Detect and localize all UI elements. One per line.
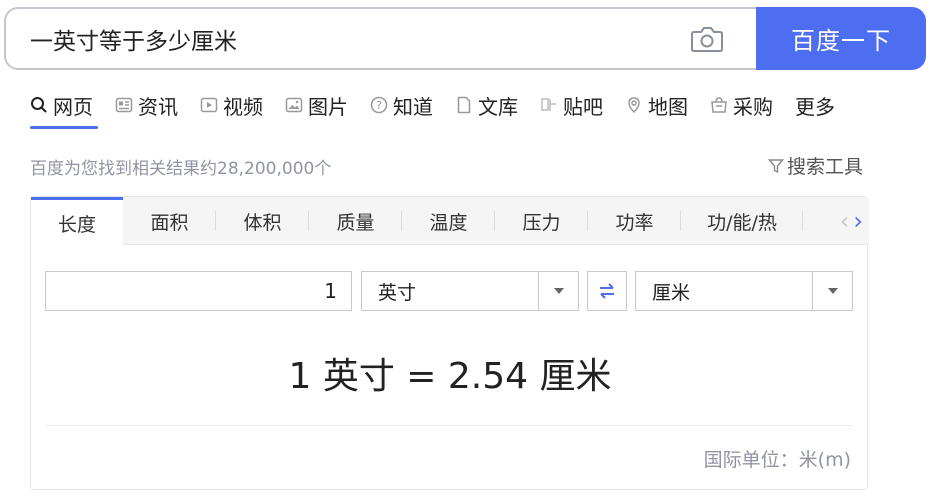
converter-tab-label: 长度 bbox=[57, 213, 96, 236]
doc-icon bbox=[457, 96, 471, 114]
tab-scroll-arrows: ‹ › bbox=[840, 197, 863, 245]
shop-icon bbox=[711, 97, 727, 113]
chevron-down-icon bbox=[812, 272, 852, 310]
from-unit-label: 英寸 bbox=[378, 281, 417, 304]
image-icon bbox=[285, 97, 303, 113]
nav-tab-tieba[interactable]: 贴吧 bbox=[540, 90, 603, 120]
to-unit-select[interactable]: 厘米 bbox=[635, 271, 853, 311]
value-input-text: 1 bbox=[324, 279, 337, 303]
search-tools-label: 搜索工具 bbox=[787, 156, 864, 178]
divider bbox=[45, 425, 853, 426]
nav-tab-label: 图片 bbox=[308, 94, 348, 119]
active-tab-indicator bbox=[30, 126, 98, 129]
unit-converter-card: 长度 面积 体积 质量 温度 压力 功率 功/能/热 ‹ › 1 英寸 厘米 1… bbox=[30, 196, 869, 490]
to-unit-label: 厘米 bbox=[652, 281, 691, 304]
nav-tab-label: 更多 bbox=[795, 94, 835, 119]
search-query[interactable]: 一英寸等于多少厘米 bbox=[30, 22, 237, 56]
result-count: 百度为您找到相关结果约28,200,000个 bbox=[30, 159, 332, 179]
nav-tab-label: 知道 bbox=[393, 94, 433, 119]
nav-tab-label: 网页 bbox=[53, 94, 93, 119]
filter-icon bbox=[768, 158, 784, 173]
search-nav: 网页 资讯 视频 图片 ? 知道 文库 贴吧 地图 采购 更多 bbox=[30, 90, 857, 130]
from-unit-select[interactable]: 英寸 bbox=[361, 271, 579, 311]
converter-tabs: 长度 面积 体积 质量 温度 压力 功率 功/能/热 ‹ › bbox=[31, 197, 869, 246]
converter-tab-volume[interactable]: 体积 bbox=[216, 197, 309, 245]
chevron-down-icon bbox=[538, 272, 578, 310]
nav-tab-map[interactable]: 地图 bbox=[625, 90, 688, 120]
chevron-right-icon[interactable]: › bbox=[853, 207, 863, 235]
nav-tab-video[interactable]: 视频 bbox=[200, 90, 263, 120]
nav-tab-label: 采购 bbox=[733, 94, 773, 119]
nav-tab-label: 视频 bbox=[223, 94, 263, 119]
converter-tab-pressure[interactable]: 压力 bbox=[495, 197, 588, 245]
news-icon bbox=[115, 97, 133, 113]
converter-tab-label: 温度 bbox=[429, 211, 468, 234]
search-bar: 一英寸等于多少厘米 百度一下 bbox=[4, 7, 926, 70]
nav-tab-web[interactable]: 网页 bbox=[30, 90, 93, 120]
nav-tab-zhidao[interactable]: ? 知道 bbox=[370, 90, 433, 120]
camera-icon[interactable] bbox=[690, 25, 724, 53]
search-button[interactable]: 百度一下 bbox=[756, 7, 926, 70]
tieba-icon bbox=[541, 98, 556, 111]
swap-icon bbox=[600, 283, 614, 299]
nav-tab-label: 文库 bbox=[478, 94, 518, 119]
conversion-result: 1 英寸 = 2.54 厘米 bbox=[288, 356, 612, 397]
question-icon: ? bbox=[370, 96, 388, 114]
converter-tab-label: 功/能/热 bbox=[707, 211, 777, 234]
converter-tab-label: 面积 bbox=[150, 211, 189, 234]
tab-separator bbox=[802, 211, 803, 231]
nav-tab-news[interactable]: 资讯 bbox=[115, 90, 178, 120]
converter-tab-mass[interactable]: 质量 bbox=[309, 197, 402, 245]
converter-tab-label: 功率 bbox=[615, 211, 654, 234]
converter-tab-label: 质量 bbox=[336, 211, 375, 234]
converter-tab-length[interactable]: 长度 bbox=[31, 197, 123, 246]
converter-tab-temperature[interactable]: 温度 bbox=[402, 197, 495, 245]
nav-tab-label: 资讯 bbox=[138, 94, 178, 119]
converter-tab-label: 压力 bbox=[522, 211, 561, 234]
nav-tab-more[interactable]: 更多 bbox=[795, 90, 835, 120]
search-input[interactable]: 一英寸等于多少厘米 bbox=[4, 7, 764, 70]
converter-tab-area[interactable]: 面积 bbox=[123, 197, 216, 245]
nav-tab-purchase[interactable]: 采购 bbox=[710, 90, 773, 120]
converter-tab-label: 体积 bbox=[243, 211, 282, 234]
svg-text:?: ? bbox=[376, 99, 382, 112]
video-icon bbox=[200, 97, 218, 113]
chevron-left-icon[interactable]: ‹ bbox=[840, 207, 850, 235]
nav-tab-image[interactable]: 图片 bbox=[285, 90, 348, 120]
value-input[interactable]: 1 bbox=[45, 271, 352, 311]
nav-tab-label: 地图 bbox=[648, 94, 688, 119]
converter-tab-power[interactable]: 功率 bbox=[588, 197, 681, 245]
converter-tab-energy[interactable]: 功/能/热 bbox=[681, 197, 803, 245]
base-unit-note: 国际单位：米(m) bbox=[703, 449, 851, 471]
swap-units-button[interactable] bbox=[587, 271, 627, 311]
nav-tab-wenku[interactable]: 文库 bbox=[455, 90, 518, 120]
search-icon bbox=[31, 97, 47, 113]
search-tools-button[interactable]: 搜索工具 bbox=[768, 152, 863, 179]
map-icon bbox=[628, 97, 640, 114]
nav-tab-label: 贴吧 bbox=[563, 94, 603, 119]
